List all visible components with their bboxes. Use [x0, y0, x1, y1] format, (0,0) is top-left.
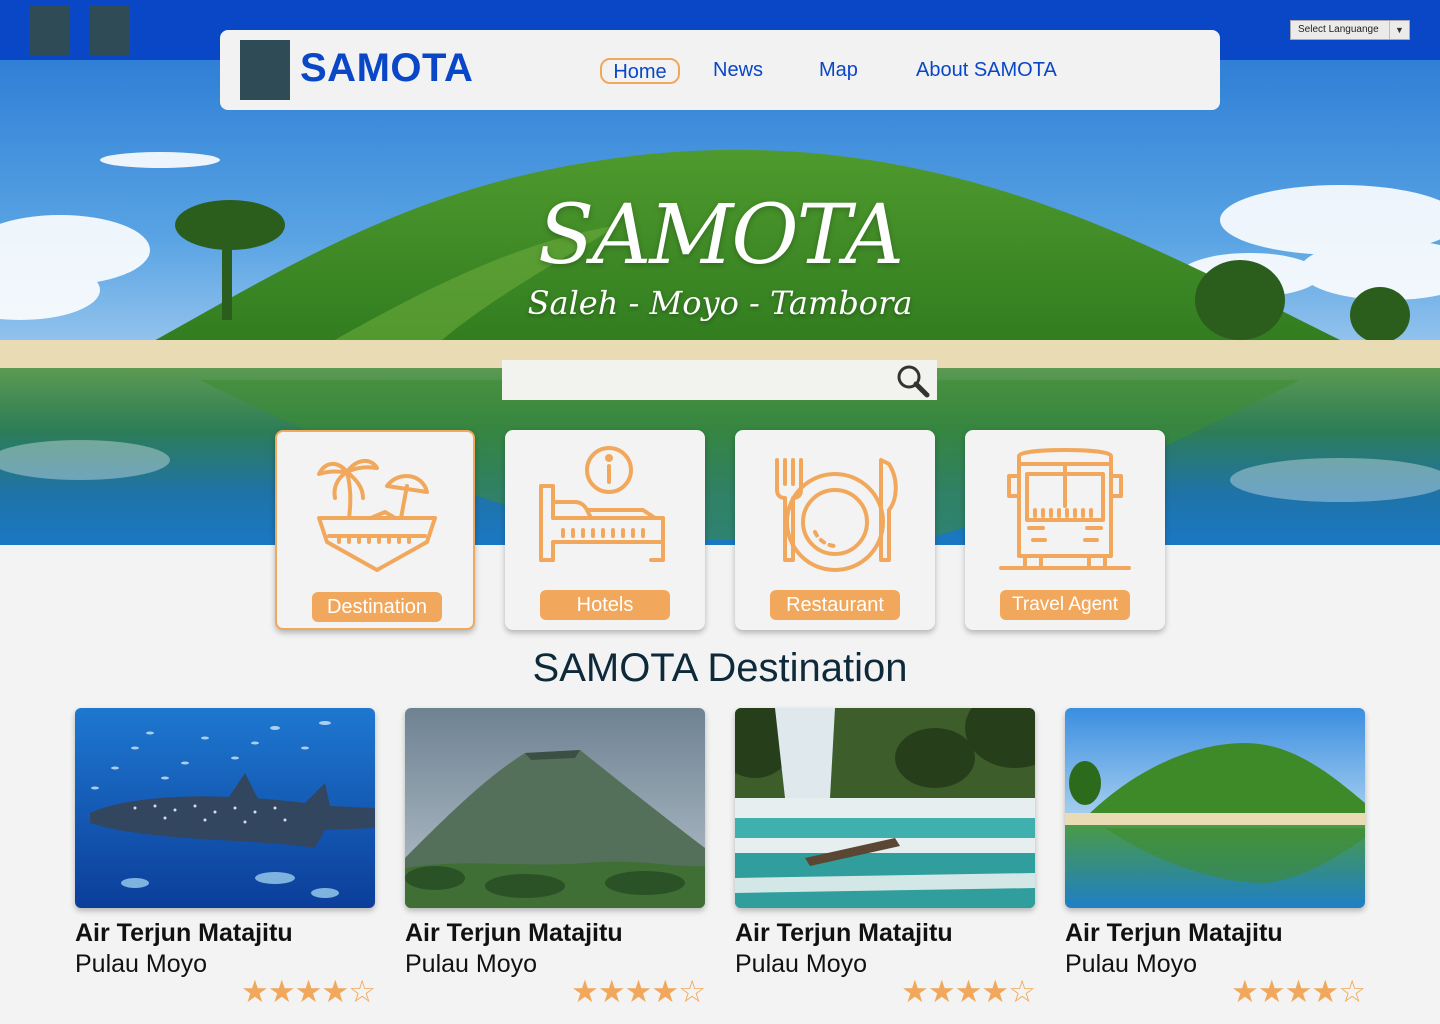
- bus-icon: [999, 448, 1131, 570]
- rating-stars: ★★★★☆: [901, 974, 1036, 1010]
- nav-link-map[interactable]: Map: [819, 58, 858, 84]
- category-card-hotels[interactable]: Hotels: [505, 430, 705, 630]
- destination-card[interactable]: Air Terjun Matajitu Pulau Moyo ★★★★☆: [1065, 708, 1366, 1010]
- rating-stars: ★★★★☆: [241, 974, 376, 1010]
- rating-stars: ★★★★☆: [571, 974, 706, 1010]
- hero-subtitle: Saleh - Moyo - Tambora: [527, 284, 913, 322]
- rating-stars: ★★★★☆: [1231, 974, 1366, 1010]
- navbar: SAMOTA Home News Map About SAMOTA: [220, 30, 1220, 110]
- destination-card[interactable]: Air Terjun Matajitu Pulau Moyo ★★★★☆: [405, 708, 706, 1010]
- brand-name[interactable]: SAMOTA: [300, 46, 473, 91]
- category-card-destination[interactable]: Destination: [275, 430, 475, 630]
- hotel-bed-icon: [539, 446, 665, 562]
- destination-name[interactable]: Air Terjun Matajitu: [75, 919, 375, 948]
- logo[interactable]: [240, 40, 290, 100]
- nav-link-news[interactable]: News: [713, 58, 763, 84]
- category-label: Destination: [312, 592, 442, 622]
- destination-card[interactable]: Air Terjun Matajitu Pulau Moyo ★★★★☆: [735, 708, 1036, 1010]
- category-label: Restaurant: [770, 590, 900, 620]
- destination-image[interactable]: [75, 708, 375, 908]
- section-title: SAMOTA Destination: [532, 646, 908, 690]
- placeholder-block: [30, 5, 70, 55]
- language-select[interactable]: Select Languange ▼: [1290, 20, 1410, 40]
- destination-name[interactable]: Air Terjun Matajitu: [1065, 919, 1365, 948]
- destination-image[interactable]: [1065, 708, 1365, 908]
- nav-link-about[interactable]: About SAMOTA: [916, 58, 1057, 84]
- destination-image[interactable]: [735, 708, 1035, 908]
- destination-image[interactable]: [405, 708, 705, 908]
- category-card-travel-agent[interactable]: Travel Agent: [965, 430, 1165, 630]
- plate-cutlery-icon: [775, 458, 898, 572]
- search-icon[interactable]: [893, 362, 933, 398]
- chevron-down-icon[interactable]: ▼: [1389, 21, 1409, 39]
- destination-name[interactable]: Air Terjun Matajitu: [735, 919, 1035, 948]
- island-hill-image: [1065, 708, 1365, 908]
- destination-card[interactable]: Air Terjun Matajitu Pulau Moyo ★★★★☆: [75, 708, 376, 1010]
- category-label: Travel Agent: [1000, 590, 1130, 620]
- nav-link-home[interactable]: Home: [600, 58, 680, 84]
- island-icon: [317, 459, 437, 572]
- hero-title: SAMOTA: [537, 188, 904, 283]
- language-select-label: Select Languange: [1298, 24, 1379, 35]
- destination-name[interactable]: Air Terjun Matajitu: [405, 919, 705, 948]
- waterfall-image: [735, 708, 1035, 908]
- whale-shark-image: [75, 708, 375, 908]
- category-card-restaurant[interactable]: Restaurant: [735, 430, 935, 630]
- volcano-image: [405, 708, 705, 908]
- search-input[interactable]: [502, 360, 937, 400]
- placeholder-block: [90, 5, 130, 55]
- category-label: Hotels: [540, 590, 670, 620]
